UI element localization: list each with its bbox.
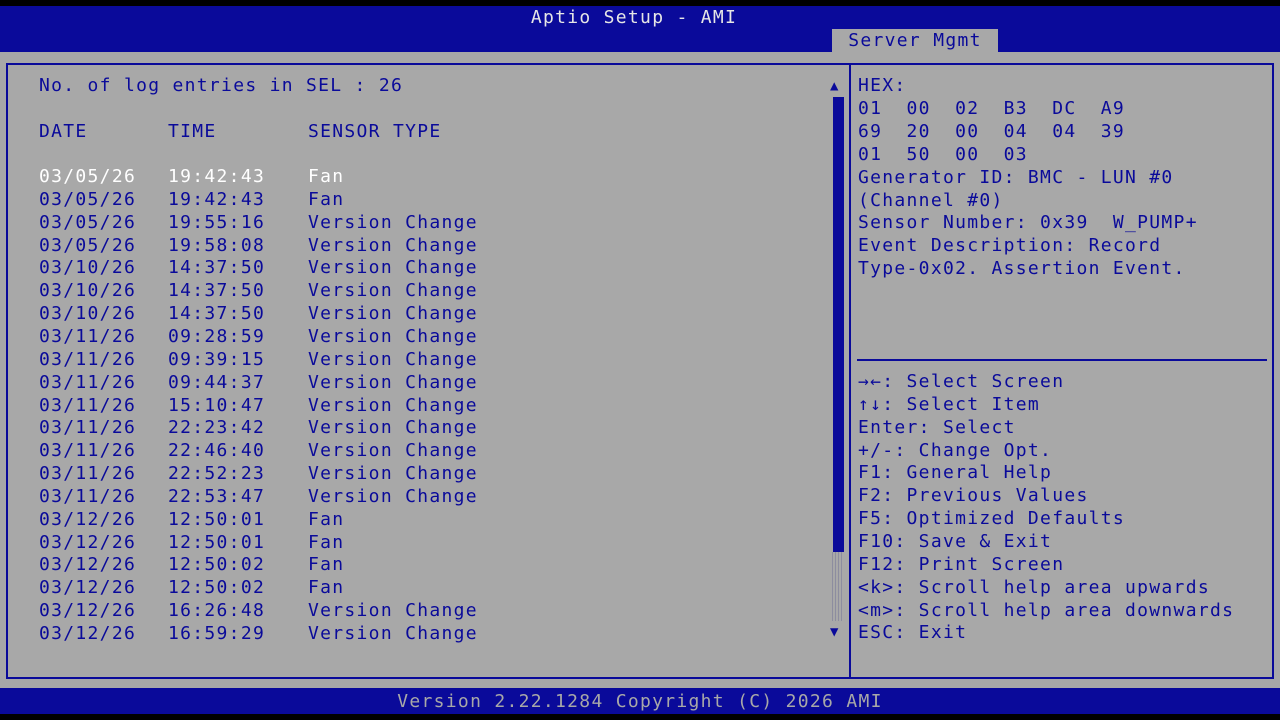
row-sensor-type: Version Change xyxy=(308,211,478,233)
scrollbar-thumb[interactable] xyxy=(833,97,844,552)
row-date: 03/05/26 xyxy=(39,188,137,210)
sel-entry-count: No. of log entries in SEL : 26 xyxy=(39,75,404,96)
row-sensor-type: Version Change xyxy=(308,325,478,347)
row-time: 09:44:37 xyxy=(168,371,266,393)
row-date: 03/12/26 xyxy=(39,623,137,644)
key-hint: →←: Select Screen xyxy=(858,371,1065,392)
row-sensor-type: Fan xyxy=(308,508,345,530)
row-sensor-type: Version Change xyxy=(308,303,478,325)
row-date: 03/10/26 xyxy=(39,280,137,302)
app-title: Aptio Setup - AMI xyxy=(530,7,738,28)
panel-divider xyxy=(849,63,851,679)
row-sensor-type: Version Change xyxy=(308,348,478,370)
row-time: 22:53:47 xyxy=(168,485,266,507)
row-date: 03/12/26 xyxy=(39,554,137,576)
help-line: 01 00 02 B3 DC A9 xyxy=(858,97,1126,119)
header-time: TIME xyxy=(168,121,217,142)
row-sensor-type: Version Change xyxy=(308,440,478,462)
row-sensor-type: Fan xyxy=(308,577,345,599)
bottom-bar xyxy=(0,714,1280,720)
row-sensor-type: Fan xyxy=(308,554,345,576)
row-date: 03/05/26 xyxy=(39,211,137,233)
row-sensor-type: Version Change xyxy=(308,257,478,279)
row-date: 03/05/26 xyxy=(39,166,137,187)
help-line: Generator ID: BMC - LUN #0 xyxy=(858,166,1174,188)
scroll-down-arrow-icon[interactable]: ▼ xyxy=(830,624,840,640)
key-hint: <k>: Scroll help area upwards xyxy=(858,576,1210,598)
key-hint: +/-: Change Opt. xyxy=(858,439,1053,461)
row-time: 14:37:50 xyxy=(168,303,266,325)
row-time: 12:50:02 xyxy=(168,554,266,576)
key-hint: F12: Print Screen xyxy=(858,553,1065,575)
row-sensor-type: Version Change xyxy=(308,463,478,485)
row-time: 16:59:29 xyxy=(168,623,266,644)
row-sensor-type: Version Change xyxy=(308,280,478,302)
help-line: (Channel #0) xyxy=(858,189,1004,211)
row-time: 19:42:43 xyxy=(168,166,266,187)
key-hint: ESC: Exit xyxy=(858,622,968,644)
row-sensor-type: Fan xyxy=(308,188,345,210)
row-time: 22:23:42 xyxy=(168,417,266,439)
key-hint: F2: Previous Values xyxy=(858,485,1089,507)
row-sensor-type: Version Change xyxy=(308,600,478,622)
row-date: 03/11/26 xyxy=(39,325,137,347)
help-line: Type-0x02. Assertion Event. xyxy=(858,258,1186,280)
row-date: 03/11/26 xyxy=(39,417,137,439)
scroll-up-arrow-icon[interactable]: ▲ xyxy=(830,78,840,94)
row-time: 22:46:40 xyxy=(168,440,266,462)
key-hint: Enter: Select xyxy=(858,416,1016,438)
row-time: 14:37:50 xyxy=(168,280,266,302)
row-date: 03/11/26 xyxy=(39,394,137,416)
row-time: 09:28:59 xyxy=(168,325,266,347)
row-sensor-type: Version Change xyxy=(308,394,478,416)
key-hint: ↑↓: Select Item xyxy=(858,393,1041,415)
scrollbar-track-hatch xyxy=(832,552,844,621)
row-date: 03/10/26 xyxy=(39,257,137,279)
row-time: 16:26:48 xyxy=(168,600,266,622)
key-hint: F1: General Help xyxy=(858,462,1053,484)
row-sensor-type: Version Change xyxy=(308,234,478,256)
row-date: 03/05/26 xyxy=(39,234,137,256)
key-hint: F10: Save & Exit xyxy=(858,530,1053,552)
row-sensor-type: Version Change xyxy=(308,485,478,507)
row-time: 12:50:01 xyxy=(168,531,266,553)
row-date: 03/11/26 xyxy=(39,348,137,370)
row-sensor-type: Version Change xyxy=(308,623,478,644)
key-hint: F5: Optimized Defaults xyxy=(858,508,1126,530)
help-line: 01 50 00 03 xyxy=(858,143,1028,165)
row-date: 03/11/26 xyxy=(39,485,137,507)
row-time: 09:39:15 xyxy=(168,348,266,370)
row-time: 14:37:50 xyxy=(168,257,266,279)
version-footer: Version 2.22.1284 Copyright (C) 2026 AMI xyxy=(397,691,883,712)
row-sensor-type: Fan xyxy=(308,531,345,553)
row-time: 22:52:23 xyxy=(168,463,266,485)
row-date: 03/12/26 xyxy=(39,600,137,622)
row-date: 03/10/26 xyxy=(39,303,137,325)
key-hint: <m>: Scroll help area downwards xyxy=(858,599,1235,621)
help-separator xyxy=(857,359,1267,361)
header-sensor-type: SENSOR TYPE xyxy=(308,121,442,142)
help-line: Event Description: Record xyxy=(858,235,1162,257)
row-sensor-type: Version Change xyxy=(308,417,478,439)
help-line: Sensor Number: 0x39 W_PUMP+ xyxy=(858,212,1198,234)
row-date: 03/12/26 xyxy=(39,508,137,530)
row-sensor-type: Fan xyxy=(308,166,345,187)
row-date: 03/11/26 xyxy=(39,463,137,485)
row-date: 03/12/26 xyxy=(39,577,137,599)
row-date: 03/12/26 xyxy=(39,531,137,553)
help-line: 69 20 00 04 04 39 xyxy=(858,120,1126,142)
row-time: 19:58:08 xyxy=(168,234,266,256)
row-sensor-type: Version Change xyxy=(308,371,478,393)
row-time: 12:50:02 xyxy=(168,577,266,599)
row-time: 19:42:43 xyxy=(168,188,266,210)
header-date: DATE xyxy=(39,121,88,142)
help-line: HEX: xyxy=(858,75,907,96)
tab-server-mgmt[interactable]: Server Mgmt xyxy=(832,29,998,52)
row-time: 15:10:47 xyxy=(168,394,266,416)
row-time: 12:50:01 xyxy=(168,508,266,530)
row-time: 19:55:16 xyxy=(168,211,266,233)
row-date: 03/11/26 xyxy=(39,440,137,462)
row-date: 03/11/26 xyxy=(39,371,137,393)
